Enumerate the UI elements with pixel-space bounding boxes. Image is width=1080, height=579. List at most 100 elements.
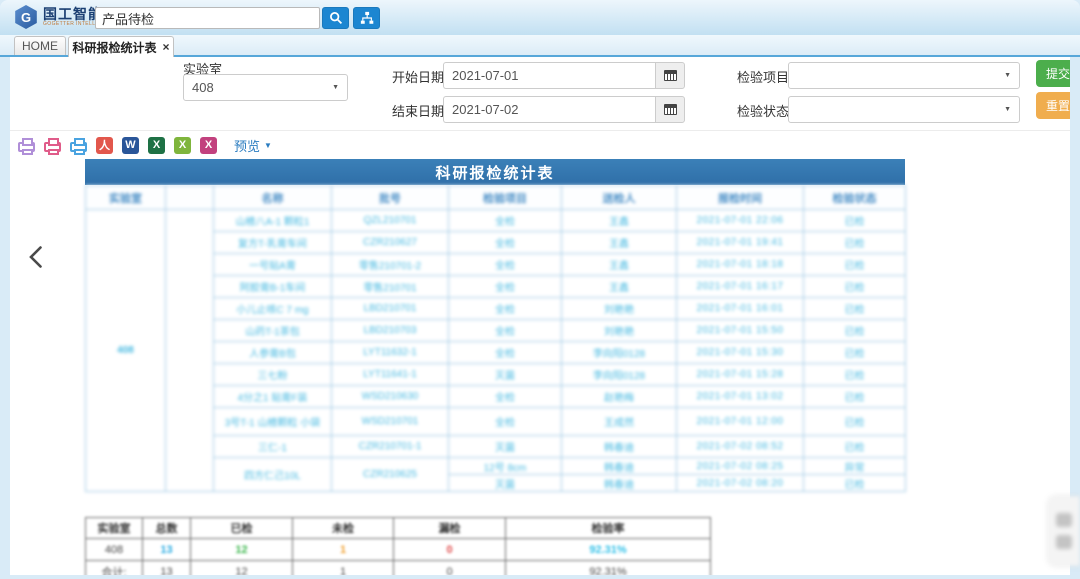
corner-widget-icon xyxy=(1056,513,1072,527)
search-input[interactable] xyxy=(95,7,320,29)
summary-cell: 408 xyxy=(86,539,143,561)
report-cell-name: 4分之1 贴膏F装 xyxy=(214,386,332,408)
excel-pink-export-icon[interactable]: X xyxy=(200,137,217,154)
report-cell-person: 刘艳艳 xyxy=(562,320,677,342)
filter-divider xyxy=(10,130,1070,131)
report-lab-cell: 408 xyxy=(86,210,166,492)
sitemap-icon xyxy=(360,11,374,25)
report-cell-item: 灭菌 xyxy=(449,364,562,386)
corner-widget[interactable] xyxy=(1048,496,1080,566)
report-cell-time: 2021-07-01 15:50 xyxy=(677,320,804,342)
report-cell-person: 王成然 xyxy=(562,408,677,436)
report-cell-item: 12号 8cm xyxy=(449,458,562,475)
start-date-calendar-button[interactable] xyxy=(655,62,685,89)
summary-cell: 92.31% xyxy=(506,539,711,561)
main-content: 实验室 408 ▼ 开始日期 结束日期 检验项目 ▼ 检验状态 ▼ 提交 重置 … xyxy=(10,57,1070,575)
lab-select[interactable]: 408 ▼ xyxy=(183,74,348,101)
summary-blurred-region: 实验室总数已检未检漏检检验率40813121092.31%合计:13121092… xyxy=(85,517,711,575)
corner-widget-icon xyxy=(1056,535,1072,549)
report-cell-name: 三仁-1 xyxy=(214,436,332,458)
tab-report-active[interactable]: 科研报检统计表 × xyxy=(68,36,174,57)
report-table: 实验室名称批号检验项目送检人报检时间检验状态408山楂八A-1 颗粒1QZL21… xyxy=(85,185,906,492)
item-select[interactable]: ▼ xyxy=(788,62,1020,89)
report-spacer-cell xyxy=(166,210,214,492)
summary-column-header: 漏检 xyxy=(394,518,506,539)
submit-button[interactable]: 提交 xyxy=(1036,60,1070,87)
word-export-icon[interactable]: W xyxy=(122,137,139,154)
report-cell-item: 全检 xyxy=(449,386,562,408)
summary-cell: 1 xyxy=(293,561,394,576)
preview-label: 预览 xyxy=(234,136,260,155)
tab-close-icon[interactable]: × xyxy=(163,42,170,52)
table-row: 408山楂八A-1 颗粒1QZL210701全检王鑫2021-07-01 22:… xyxy=(86,210,906,232)
report-cell-batch: LYT11632-1 xyxy=(332,342,449,364)
report-cell-person: 赵艳梅 xyxy=(562,386,677,408)
pdf-export-icon[interactable]: 人 xyxy=(96,137,113,154)
status-select[interactable]: ▼ xyxy=(788,96,1020,123)
report-cell-name: 小儿止咳C 7 mg xyxy=(214,298,332,320)
summary-column-header: 总数 xyxy=(143,518,191,539)
logo-emblem-icon: G xyxy=(14,5,38,29)
reset-button[interactable]: 重置 xyxy=(1036,92,1070,119)
report-cell-item: 全检 xyxy=(449,320,562,342)
summary-cell: 12 xyxy=(191,539,293,561)
report-cell-batch: WSD210701 xyxy=(332,408,449,436)
end-date-input[interactable] xyxy=(443,96,655,123)
report-cell-name: 人参膏B包 xyxy=(214,342,332,364)
chevron-left-icon xyxy=(28,245,43,269)
report-column-header: 实验室 xyxy=(86,186,166,210)
tab-home[interactable]: HOME xyxy=(14,36,66,55)
print-blue-icon[interactable] xyxy=(70,142,87,152)
report-cell-time: 2021-07-01 22:06 xyxy=(677,210,804,232)
report-cell-item: 全检 xyxy=(449,342,562,364)
excel-light-export-icon[interactable]: X xyxy=(174,137,191,154)
report-column-header: 检验项目 xyxy=(449,186,562,210)
report-cell-batch: CZR210701-1 xyxy=(332,436,449,458)
report-cell-name: 山楂八A-1 颗粒1 xyxy=(214,210,332,232)
report-cell-time: 2021-07-01 16:17 xyxy=(677,276,804,298)
report-cell-batch: CZR210627 xyxy=(332,232,449,254)
excel-export-icon[interactable]: X xyxy=(148,137,165,154)
report-cell-item: 灭菌 xyxy=(449,436,562,458)
tab-home-label: HOME xyxy=(22,39,58,53)
summary-cell: 13 xyxy=(143,539,191,561)
report-cell-person: 王鑫 xyxy=(562,254,677,276)
report-cell-batch: LBD210703 xyxy=(332,320,449,342)
report-cell-name: 3号T-1 山楂颗粒 小袋 xyxy=(214,408,332,436)
search-button[interactable] xyxy=(322,7,349,29)
report-cell-item: 全检 xyxy=(449,276,562,298)
report-cell-batch: 零售210701-2 xyxy=(332,254,449,276)
calendar-icon xyxy=(664,70,677,81)
preview-dropdown[interactable]: 预览▼ xyxy=(234,136,272,155)
report-cell-status: 已检 xyxy=(804,232,906,254)
start-date-group xyxy=(443,62,685,89)
report-column-header: 报检时间 xyxy=(677,186,804,210)
chevron-down-icon: ▼ xyxy=(332,84,339,91)
print-pink-icon[interactable] xyxy=(44,142,61,152)
end-date-calendar-button[interactable] xyxy=(655,96,685,123)
summary-column-header: 已检 xyxy=(191,518,293,539)
report-cell-name: 四方仁己10L xyxy=(214,458,332,492)
report-cell-person: 李向阳0128 xyxy=(562,342,677,364)
report-cell-time: 2021-07-01 16:01 xyxy=(677,298,804,320)
search-icon xyxy=(329,11,343,25)
report-cell-status: 已检 xyxy=(804,475,906,492)
report-cell-status: 异常 xyxy=(804,458,906,475)
report-cell-status: 已检 xyxy=(804,210,906,232)
sitemap-button[interactable] xyxy=(353,7,380,29)
report-cell-name: 山药T-1茶包 xyxy=(214,320,332,342)
summary-cell: 合计: xyxy=(86,561,143,576)
summary-table: 实验室总数已检未检漏检检验率40813121092.31%合计:13121092… xyxy=(85,517,711,575)
start-date-input[interactable] xyxy=(443,62,655,89)
report-cell-person: 韩春迪 xyxy=(562,436,677,458)
report-cell-time: 2021-07-02 08:25 xyxy=(677,458,804,475)
print-preview-icon[interactable] xyxy=(18,142,35,152)
collapse-panel-button[interactable] xyxy=(28,245,43,274)
chevron-down-icon: ▼ xyxy=(1004,106,1011,113)
summary-column-header: 检验率 xyxy=(506,518,711,539)
summary-row: 合计:13121092.31% xyxy=(86,561,711,576)
chevron-down-icon: ▼ xyxy=(1004,72,1011,79)
summary-cell: 0 xyxy=(394,561,506,576)
report-cell-time: 2021-07-01 13:02 xyxy=(677,386,804,408)
report-cell-person: 刘艳艳 xyxy=(562,298,677,320)
